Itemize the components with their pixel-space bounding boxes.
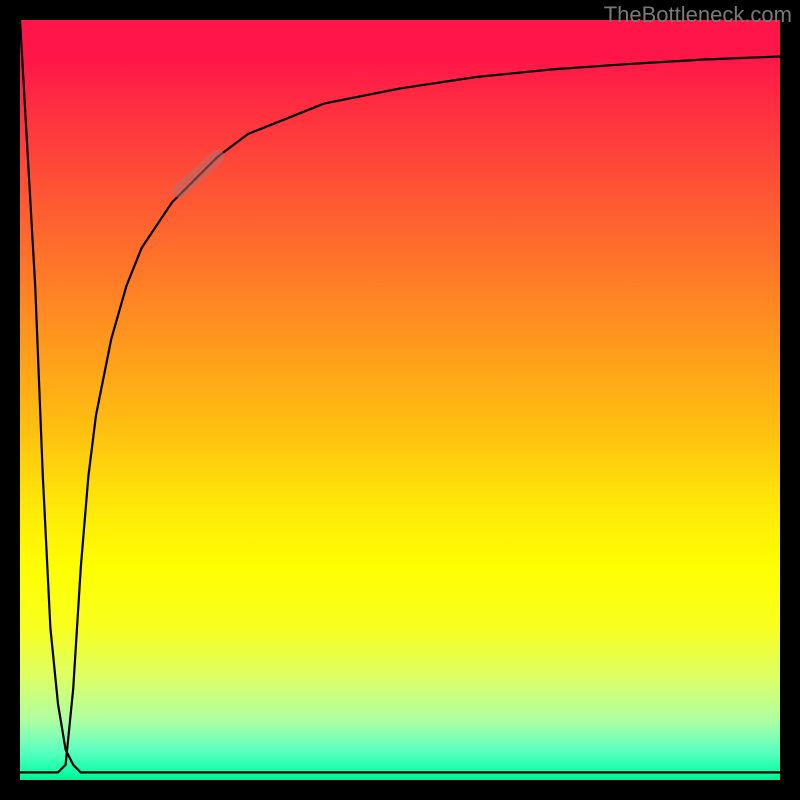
plot-area [20,20,780,780]
watermark-text: TheBottleneck.com [604,2,792,28]
bottleneck-curve [20,20,780,772]
curve-svg [20,20,780,780]
highlight-segment [180,157,218,191]
chart-frame: TheBottleneck.com [0,0,800,800]
